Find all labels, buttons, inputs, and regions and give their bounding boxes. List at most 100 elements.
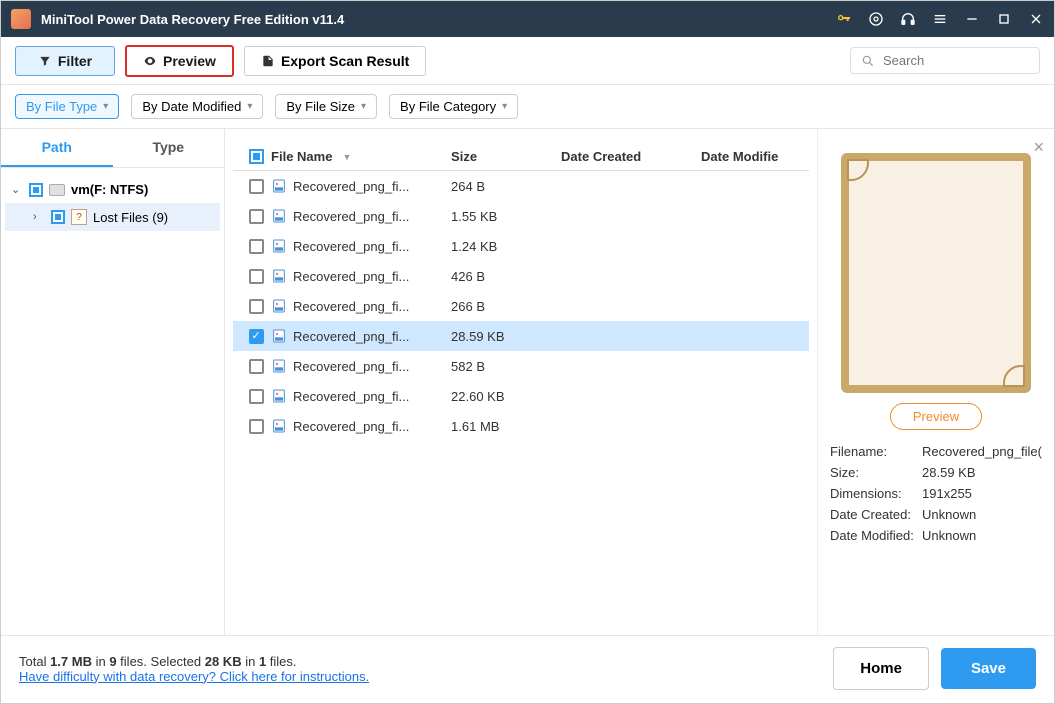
file-checkbox[interactable] bbox=[249, 209, 264, 224]
titlebar: MiniTool Power Data Recovery Free Editio… bbox=[1, 1, 1054, 37]
col-created[interactable]: Date Created bbox=[561, 149, 701, 164]
meta-filename-label: Filename: bbox=[830, 444, 922, 459]
file-row[interactable]: Recovered_png_fi...264 B bbox=[233, 171, 809, 201]
file-row[interactable]: Recovered_png_fi... 28.59 KB bbox=[233, 321, 809, 351]
tree: ⌄ vm(F: NTFS) › ? Lost Files (9) bbox=[1, 168, 224, 239]
file-checkbox[interactable] bbox=[249, 179, 264, 194]
file-size: 22.60 KB bbox=[451, 389, 561, 404]
file-name: Recovered_png_fi... bbox=[293, 209, 409, 224]
tree-root-label: vm(F: NTFS) bbox=[71, 182, 148, 197]
file-size: 582 B bbox=[451, 359, 561, 374]
sort-desc-icon: ▼ bbox=[342, 152, 351, 162]
meta-dim: 191x255 bbox=[922, 486, 1042, 501]
footer-status: Total 1.7 MB in 9 files. Selected 28 KB … bbox=[19, 654, 369, 684]
file-row[interactable]: Recovered_png_fi...266 B bbox=[233, 291, 809, 321]
png-file-icon bbox=[271, 268, 287, 284]
key-icon[interactable] bbox=[836, 11, 852, 27]
file-checkbox[interactable] bbox=[249, 269, 264, 284]
expand-icon[interactable]: › bbox=[33, 211, 45, 223]
file-row[interactable]: Recovered_png_fi... 1.61 MB bbox=[233, 411, 809, 441]
lost-files-icon: ? bbox=[71, 209, 87, 225]
col-modified[interactable]: Date Modifie bbox=[701, 149, 801, 164]
preview-panel: × Preview Filename:Recovered_png_file( S… bbox=[817, 129, 1054, 635]
preview-button[interactable]: Preview bbox=[125, 45, 234, 77]
chevron-down-icon: ▾ bbox=[361, 101, 366, 112]
window-title: MiniTool Power Data Recovery Free Editio… bbox=[41, 12, 836, 27]
filter-file-category[interactable]: By File Category▾ bbox=[389, 94, 518, 119]
tree-root[interactable]: ⌄ vm(F: NTFS) bbox=[5, 176, 220, 203]
png-file-icon bbox=[271, 238, 287, 254]
meta-filename: Recovered_png_file( bbox=[922, 444, 1042, 459]
file-size: 28.59 KB bbox=[451, 329, 561, 344]
close-preview-icon[interactable]: × bbox=[1033, 137, 1044, 158]
minimize-icon[interactable] bbox=[964, 11, 980, 27]
file-row[interactable]: Recovered_png_fi... 582 B bbox=[233, 351, 809, 381]
png-file-icon bbox=[271, 298, 287, 314]
png-file-icon bbox=[271, 388, 287, 404]
disc-icon[interactable] bbox=[868, 11, 884, 27]
meta-size: 28.59 KB bbox=[922, 465, 1042, 480]
file-name: Recovered_png_fi... bbox=[293, 329, 409, 344]
png-file-icon bbox=[271, 358, 287, 374]
footer: Total 1.7 MB in 9 files. Selected 28 KB … bbox=[1, 635, 1054, 701]
file-size: 1.61 MB bbox=[451, 419, 561, 434]
filter-file-size[interactable]: By File Size▾ bbox=[275, 94, 377, 119]
file-size: 1.55 KB bbox=[451, 209, 561, 224]
file-panel: File Name▼ Size Date Created Date Modifi… bbox=[225, 129, 817, 635]
checkbox-partial[interactable] bbox=[51, 210, 65, 224]
file-row[interactable]: Recovered_png_fi... 1.55 KB bbox=[233, 201, 809, 231]
file-checkbox[interactable] bbox=[249, 329, 264, 344]
file-checkbox[interactable] bbox=[249, 359, 264, 374]
file-checkbox[interactable] bbox=[249, 299, 264, 314]
tree-child-label: Lost Files (9) bbox=[93, 210, 168, 225]
meta-created-label: Date Created: bbox=[830, 507, 922, 522]
home-button[interactable]: Home bbox=[833, 647, 929, 690]
file-size: 426 B bbox=[451, 269, 561, 284]
filter-date-modified[interactable]: By Date Modified▾ bbox=[131, 94, 263, 119]
col-size[interactable]: Size bbox=[451, 149, 561, 164]
select-all-checkbox[interactable] bbox=[249, 149, 264, 164]
file-row[interactable]: Recovered_png_fi...1.24 KB bbox=[233, 231, 809, 261]
export-button[interactable]: Export Scan Result bbox=[244, 46, 426, 76]
collapse-icon[interactable]: ⌄ bbox=[11, 183, 23, 196]
preview-thumbnail bbox=[841, 153, 1031, 393]
filter-button[interactable]: Filter bbox=[15, 46, 115, 76]
meta-modified: Unknown bbox=[922, 528, 1042, 543]
chevron-down-icon: ▾ bbox=[247, 101, 252, 112]
headphones-icon[interactable] bbox=[900, 11, 916, 27]
file-name: Recovered_png_fi... bbox=[293, 389, 409, 404]
tree-lost-files[interactable]: › ? Lost Files (9) bbox=[5, 203, 220, 231]
close-icon[interactable] bbox=[1028, 11, 1044, 27]
checkbox-partial[interactable] bbox=[29, 183, 43, 197]
tab-path[interactable]: Path bbox=[1, 129, 113, 167]
file-checkbox[interactable] bbox=[249, 239, 264, 254]
preview-label: Preview bbox=[163, 53, 216, 69]
meta-created: Unknown bbox=[922, 507, 1042, 522]
menu-icon[interactable] bbox=[932, 11, 948, 27]
tab-type[interactable]: Type bbox=[113, 129, 225, 167]
left-panel: Path Type ⌄ vm(F: NTFS) › ? Lost Files (… bbox=[1, 129, 225, 635]
file-name: Recovered_png_fi... bbox=[293, 359, 409, 374]
search-box[interactable] bbox=[850, 47, 1040, 74]
disk-icon bbox=[49, 184, 65, 196]
file-row[interactable]: Recovered_png_fi... 426 B bbox=[233, 261, 809, 291]
file-row[interactable]: Recovered_png_fi... 22.60 KB bbox=[233, 381, 809, 411]
col-filename[interactable]: File Name▼ bbox=[271, 149, 451, 164]
file-checkbox[interactable] bbox=[249, 389, 264, 404]
file-name: Recovered_png_fi... bbox=[293, 269, 409, 284]
preview-action-button[interactable]: Preview bbox=[890, 403, 982, 430]
eye-icon bbox=[143, 54, 157, 68]
png-file-icon bbox=[271, 178, 287, 194]
save-button[interactable]: Save bbox=[941, 648, 1036, 689]
search-input[interactable] bbox=[883, 53, 1029, 68]
file-list: Recovered_png_fi...264 BRecovered_png_fi… bbox=[233, 171, 809, 441]
help-link[interactable]: Have difficulty with data recovery? Clic… bbox=[19, 669, 369, 684]
toolbar: Filter Preview Export Scan Result bbox=[1, 37, 1054, 85]
meta-modified-label: Date Modified: bbox=[830, 528, 922, 543]
filter-file-type[interactable]: By File Type▾ bbox=[15, 94, 119, 119]
file-size: 264 B bbox=[451, 179, 561, 194]
file-checkbox[interactable] bbox=[249, 419, 264, 434]
maximize-icon[interactable] bbox=[996, 11, 1012, 27]
file-name: Recovered_png_fi... bbox=[293, 419, 409, 434]
file-size: 1.24 KB bbox=[451, 239, 561, 254]
